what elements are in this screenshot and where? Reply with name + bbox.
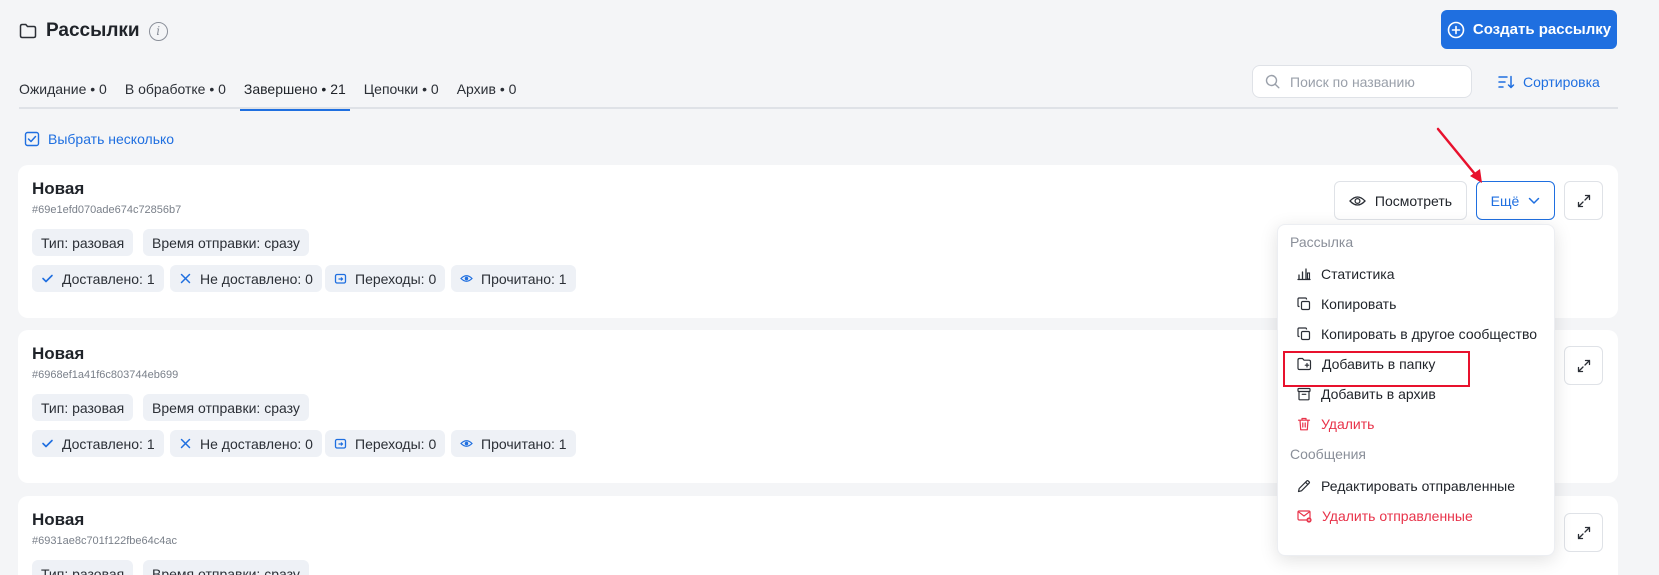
more-button[interactable]: Ещё: [1476, 181, 1555, 220]
plus-circle-icon: [1447, 21, 1465, 39]
menu-item-statistics[interactable]: Статистика: [1297, 262, 1395, 286]
menu-item-label: Удалить отправленные: [1322, 508, 1473, 524]
send-time-chip: Время отправки: сразу: [143, 229, 309, 256]
section-mailing: Рассылка: [1290, 234, 1354, 250]
view-button[interactable]: Посмотреть: [1334, 181, 1467, 220]
expand-icon: [1577, 194, 1591, 208]
chevron-down-icon: [1528, 197, 1540, 205]
archive-icon: [1297, 387, 1311, 401]
search-input[interactable]: [1290, 73, 1460, 90]
cross-icon: [179, 437, 192, 450]
create-mailing-label: Создать рассылку: [1472, 21, 1612, 38]
type-chip: Тип: разовая: [32, 229, 134, 256]
menu-item-label: Удалить: [1321, 416, 1375, 432]
trash-icon: [1297, 417, 1311, 431]
tab-processing[interactable]: В обработке • 0: [125, 78, 226, 109]
search-icon: [1265, 74, 1280, 89]
menu-item-label: Добавить в папку: [1322, 356, 1436, 372]
menu-item-label: Копировать в другое сообщество: [1321, 326, 1538, 342]
info-icon[interactable]: i: [148, 21, 168, 41]
tab-archive[interactable]: Архив • 0: [457, 78, 517, 109]
chart-icon: [1297, 267, 1311, 281]
tab-chains[interactable]: Цепочки • 0: [364, 78, 439, 109]
expand-button[interactable]: [1564, 181, 1603, 220]
copy-icon: [1297, 327, 1311, 341]
type-chip: Тип: разовая: [32, 560, 134, 575]
page-title: Рассылки: [46, 20, 140, 41]
cross-icon: [179, 272, 192, 285]
read-chip: Прочитано: 1: [451, 265, 576, 292]
send-time-chip: Время отправки: сразу: [143, 560, 309, 575]
menu-item-label: Редактировать отправленные: [1321, 478, 1516, 494]
menu-item-copy-to-community[interactable]: Копировать в другое сообщество: [1297, 322, 1537, 346]
link-icon: [334, 272, 347, 285]
menu-item-copy[interactable]: Копировать: [1297, 292, 1396, 316]
clicks-label: Переходы: 0: [355, 270, 437, 287]
check-icon: [41, 272, 54, 285]
delivered-label: Доставлено: 1: [62, 435, 155, 452]
pencil-icon: [1297, 479, 1311, 493]
page-header: Рассылки i: [19, 16, 168, 46]
folder-plus-icon: [1297, 357, 1312, 371]
mailing-id: #6931ae8c701f122fbe64c4ac: [32, 535, 177, 547]
view-label: Посмотреть: [1374, 192, 1453, 209]
mailing-id: #69e1efd070ade674c72856b7: [32, 204, 182, 216]
mail-delete-icon: [1297, 509, 1312, 523]
create-mailing-button[interactable]: Создать рассылку: [1441, 10, 1617, 49]
expand-button[interactable]: [1564, 513, 1603, 552]
more-label: Ещё: [1490, 192, 1520, 209]
check-icon: [41, 437, 54, 450]
menu-item-label: Добавить в архив: [1321, 386, 1436, 402]
not-delivered-chip: Не доставлено: 0: [170, 265, 322, 292]
read-label: Прочитано: 1: [481, 270, 567, 287]
select-many-button[interactable]: Выбрать несколько: [24, 131, 174, 147]
more-dropdown-menu: Рассылка Статистика Копировать Копироват…: [1277, 224, 1555, 556]
mailing-title: Новая: [32, 179, 85, 198]
section-messages: Сообщения: [1290, 446, 1366, 462]
menu-item-edit-sent[interactable]: Редактировать отправленные: [1297, 474, 1515, 498]
expand-icon: [1577, 526, 1591, 540]
menu-item-label: Статистика: [1321, 266, 1395, 282]
tab-completed[interactable]: Завершено • 21: [239, 78, 350, 111]
checkbox-icon: [24, 131, 40, 147]
folder-icon: [19, 23, 37, 39]
expand-button[interactable]: [1564, 346, 1603, 385]
delivered-label: Доставлено: 1: [62, 270, 155, 287]
eye-icon: [1349, 194, 1366, 208]
mailing-id: #6968ef1a41f6c803744eb699: [32, 369, 179, 381]
sort-icon: [1497, 74, 1515, 90]
mailing-title: Новая: [32, 344, 85, 363]
link-icon: [334, 437, 347, 450]
type-chip: Тип: разовая: [32, 394, 134, 421]
delivered-chip: Доставлено: 1: [32, 265, 164, 292]
clicks-label: Переходы: 0: [355, 435, 437, 452]
clicks-chip: Переходы: 0: [325, 265, 446, 292]
not-delivered-label: Не доставлено: 0: [200, 270, 313, 287]
not-delivered-label: Не доставлено: 0: [200, 435, 313, 452]
delivered-chip: Доставлено: 1: [32, 430, 164, 457]
eye-icon: [460, 272, 473, 285]
menu-item-delete[interactable]: Удалить: [1297, 412, 1374, 436]
tab-waiting[interactable]: Ожидание • 0: [19, 78, 107, 109]
expand-icon: [1577, 359, 1591, 373]
search-box[interactable]: [1252, 65, 1472, 98]
menu-item-add-to-folder[interactable]: Добавить в папку: [1297, 352, 1435, 376]
eye-icon: [460, 437, 473, 450]
not-delivered-chip: Не доставлено: 0: [170, 430, 322, 457]
select-many-label: Выбрать несколько: [48, 131, 175, 147]
copy-icon: [1297, 297, 1311, 311]
sort-button[interactable]: Сортировка: [1497, 70, 1600, 94]
menu-item-add-to-archive[interactable]: Добавить в архив: [1297, 382, 1436, 406]
send-time-chip: Время отправки: сразу: [143, 394, 309, 421]
clicks-chip: Переходы: 0: [325, 430, 446, 457]
mailing-title: Новая: [32, 510, 85, 529]
sort-label: Сортировка: [1523, 74, 1600, 90]
menu-item-delete-sent[interactable]: Удалить отправленные: [1297, 504, 1473, 528]
menu-item-label: Копировать: [1321, 296, 1397, 312]
read-label: Прочитано: 1: [481, 435, 567, 452]
read-chip: Прочитано: 1: [451, 430, 576, 457]
